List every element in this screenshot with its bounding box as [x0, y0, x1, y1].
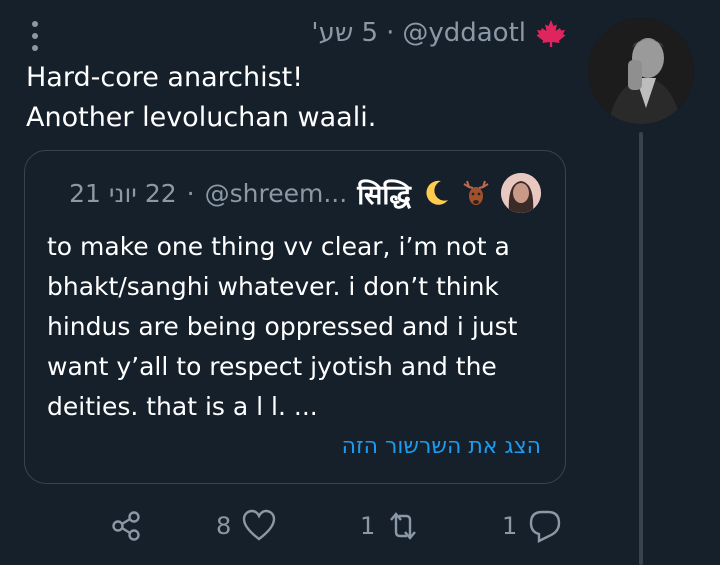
tweet-text: Hard-core anarchist! Another levoluchan … [26, 58, 586, 138]
tweet-time[interactable]: 5 שע' [311, 18, 378, 48]
share-icon [112, 511, 140, 541]
more-options-icon[interactable] [28, 20, 42, 52]
share-button[interactable] [108, 500, 144, 552]
author-avatar[interactable] [588, 18, 694, 124]
tweet-actions: 8 1 1 [0, 500, 600, 552]
reply-icon [530, 510, 561, 543]
reply-count: 1 [502, 512, 518, 540]
retweet-count: 1 [360, 512, 376, 540]
canada-flag-icon [536, 20, 566, 47]
crescent-moon-icon [426, 180, 448, 205]
tweet-line: Another levoluchan waali. [26, 102, 377, 133]
show-thread-link[interactable]: הצג את השרשור הזה [342, 434, 541, 459]
quoted-author-handle: @shreem... [204, 178, 348, 208]
quoted-author-name: सिद्धि [357, 179, 411, 211]
like-count: 8 [216, 512, 232, 540]
reply-button[interactable]: 1 [502, 500, 563, 552]
thread-connector-line [639, 132, 643, 565]
quoted-tweet-text: to make one thing vv clear, i’m not a bh… [47, 232, 518, 421]
author-handle[interactable]: @yddaotl [402, 18, 526, 48]
deer-icon [463, 180, 489, 205]
heart-icon [243, 509, 276, 541]
quoted-author-avatar[interactable] [501, 173, 541, 213]
quoted-tweet-card[interactable]: 22 יוני 21 · @shreem... सिद्धि to make o… [24, 150, 566, 484]
retweet-button[interactable]: 1 [360, 500, 421, 552]
retweet-icon [390, 512, 417, 540]
like-button[interactable]: 8 [216, 500, 277, 552]
tweet-header: 5 שע' · @yddaotl [311, 18, 568, 48]
quoted-tweet-date[interactable]: 22 יוני 21 [69, 179, 177, 208]
tweet-line: Hard-core anarchist! [26, 62, 304, 93]
separator-dot: · [186, 178, 195, 208]
quoted-tweet-header: 22 יוני 21 · @shreem... सिद्धि [69, 173, 541, 213]
separator-dot: · [386, 18, 395, 48]
